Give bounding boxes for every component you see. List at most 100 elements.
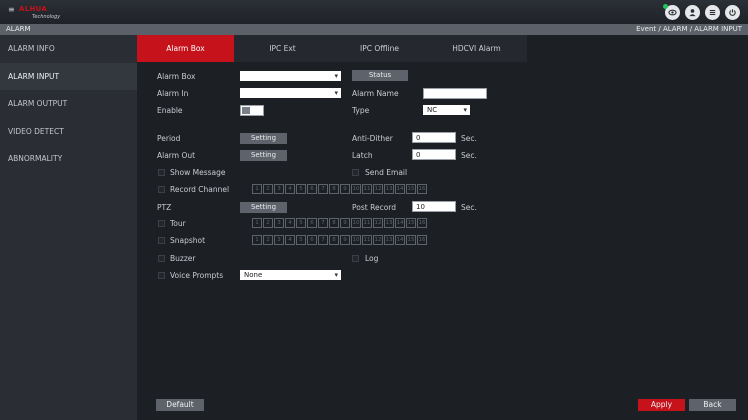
tour-channel-14[interactable]: 14 [395, 218, 405, 228]
toggle-knob [242, 107, 250, 114]
log-checkbox[interactable] [352, 255, 359, 262]
brand-logo: ≡ ALHUA Technology [8, 4, 60, 20]
record-channel-checkbox[interactable] [158, 186, 165, 193]
latch-unit: Sec. [461, 151, 477, 160]
record-channel-9[interactable]: 9 [340, 184, 350, 194]
sidebar-item-alarm-input[interactable]: ALARM INPUT [0, 62, 137, 90]
snapshot-channel-14[interactable]: 14 [395, 235, 405, 245]
tour-channel-1[interactable]: 1 [252, 218, 262, 228]
alarm-box-select[interactable] [240, 71, 341, 81]
tour-channel-8[interactable]: 8 [329, 218, 339, 228]
anti-dither-input[interactable]: 0 [412, 132, 456, 143]
snapshot-channel-4[interactable]: 4 [285, 235, 295, 245]
snapshot-channel-2[interactable]: 2 [263, 235, 273, 245]
show-message-checkbox[interactable] [158, 169, 165, 176]
tour-channel-2[interactable]: 2 [263, 218, 273, 228]
voice-prompts-label: Voice Prompts [170, 271, 224, 280]
post-record-input[interactable]: 10 [412, 201, 456, 212]
snapshot-label: Snapshot [170, 236, 206, 245]
snapshot-channel-3[interactable]: 3 [274, 235, 284, 245]
tour-channel-16[interactable]: 16 [417, 218, 427, 228]
record-channel-7[interactable]: 7 [318, 184, 328, 194]
record-channel-12[interactable]: 12 [373, 184, 383, 194]
sidebar-item-alarm-output[interactable]: ALARM OUTPUT [0, 90, 137, 118]
alarm-name-label: Alarm Name [352, 89, 399, 98]
status-button[interactable]: Status [352, 70, 408, 81]
alarm-input-form: Alarm Box Status Alarm In Alarm Name Ena… [137, 62, 748, 420]
period-setting-button[interactable]: Setting [240, 133, 287, 144]
tour-channel-7[interactable]: 7 [318, 218, 328, 228]
snapshot-channel-15[interactable]: 15 [406, 235, 416, 245]
show-message-label: Show Message [170, 168, 226, 177]
record-channel-4[interactable]: 4 [285, 184, 295, 194]
record-channel-6[interactable]: 6 [307, 184, 317, 194]
tab-hdcvi-alarm[interactable]: HDCVI Alarm [428, 35, 525, 62]
record-channel-16[interactable]: 16 [417, 184, 427, 194]
menu-icon[interactable] [705, 5, 720, 20]
alarm-out-setting-button[interactable]: Setting [240, 150, 287, 161]
send-email-label: Send Email [365, 168, 408, 177]
default-button[interactable]: Default [156, 399, 204, 411]
tab-ipc-ext[interactable]: IPC Ext [234, 35, 331, 62]
record-channel-11[interactable]: 11 [362, 184, 372, 194]
tab-ipc-offline[interactable]: IPC Offline [331, 35, 428, 62]
tour-checkbox[interactable] [158, 220, 165, 227]
tour-channel-6[interactable]: 6 [307, 218, 317, 228]
snapshot-checkbox[interactable] [158, 237, 165, 244]
buzzer-checkbox[interactable] [158, 255, 165, 262]
latch-input[interactable]: 0 [412, 149, 456, 160]
snapshot-channel-12[interactable]: 12 [373, 235, 383, 245]
record-channel-15[interactable]: 15 [406, 184, 416, 194]
breadcrumb-bar: ALARM Event / ALARM / ALARM INPUT [0, 24, 748, 35]
voice-prompts-select[interactable]: None [240, 270, 341, 280]
logo-brand: ALHUA [19, 5, 48, 13]
record-channel-13[interactable]: 13 [384, 184, 394, 194]
tour-channel-11[interactable]: 11 [362, 218, 372, 228]
snapshot-channel-8[interactable]: 8 [329, 235, 339, 245]
back-button[interactable]: Back [689, 399, 736, 411]
preview-icon[interactable] [663, 4, 680, 20]
tour-channel-5[interactable]: 5 [296, 218, 306, 228]
record-channel-1[interactable]: 1 [252, 184, 262, 194]
sidebar-item-alarm-info[interactable]: ALARM INFO [0, 35, 137, 63]
tab-alarm-box[interactable]: Alarm Box [137, 35, 234, 62]
snapshot-channel-grid: 1 2 3 4 5 6 7 8 9 10 11 12 13 14 15 16 [252, 235, 427, 245]
anti-dither-label: Anti-Dither [352, 134, 393, 143]
sidebar-item-abnormality[interactable]: ABNORMALITY [0, 145, 137, 173]
apply-button[interactable]: Apply [638, 399, 685, 411]
sidebar-item-video-detect[interactable]: VIDEO DETECT [0, 118, 137, 146]
snapshot-channel-7[interactable]: 7 [318, 235, 328, 245]
ptz-setting-button[interactable]: Setting [240, 202, 287, 213]
tour-channel-10[interactable]: 10 [351, 218, 361, 228]
record-channel-8[interactable]: 8 [329, 184, 339, 194]
enable-label: Enable [157, 106, 183, 115]
snapshot-channel-6[interactable]: 6 [307, 235, 317, 245]
tour-channel-13[interactable]: 13 [384, 218, 394, 228]
user-icon[interactable] [685, 5, 700, 20]
alarm-in-select[interactable] [240, 88, 341, 98]
snapshot-channel-1[interactable]: 1 [252, 235, 262, 245]
power-icon[interactable] [725, 5, 740, 20]
record-channel-10[interactable]: 10 [351, 184, 361, 194]
record-channel-14[interactable]: 14 [395, 184, 405, 194]
tour-channel-15[interactable]: 15 [406, 218, 416, 228]
snapshot-channel-11[interactable]: 11 [362, 235, 372, 245]
snapshot-channel-13[interactable]: 13 [384, 235, 394, 245]
voice-prompts-checkbox[interactable] [158, 272, 165, 279]
snapshot-channel-10[interactable]: 10 [351, 235, 361, 245]
type-select[interactable]: NC [423, 105, 470, 115]
tour-channel-12[interactable]: 12 [373, 218, 383, 228]
snapshot-channel-5[interactable]: 5 [296, 235, 306, 245]
tour-channel-9[interactable]: 9 [340, 218, 350, 228]
record-channel-2[interactable]: 2 [263, 184, 273, 194]
alarm-name-input[interactable] [423, 88, 487, 99]
post-record-label: Post Record [352, 203, 396, 212]
record-channel-5[interactable]: 5 [296, 184, 306, 194]
tour-channel-3[interactable]: 3 [274, 218, 284, 228]
snapshot-channel-16[interactable]: 16 [417, 235, 427, 245]
enable-toggle[interactable] [240, 105, 264, 116]
snapshot-channel-9[interactable]: 9 [340, 235, 350, 245]
send-email-checkbox[interactable] [352, 169, 359, 176]
tour-channel-4[interactable]: 4 [285, 218, 295, 228]
record-channel-3[interactable]: 3 [274, 184, 284, 194]
